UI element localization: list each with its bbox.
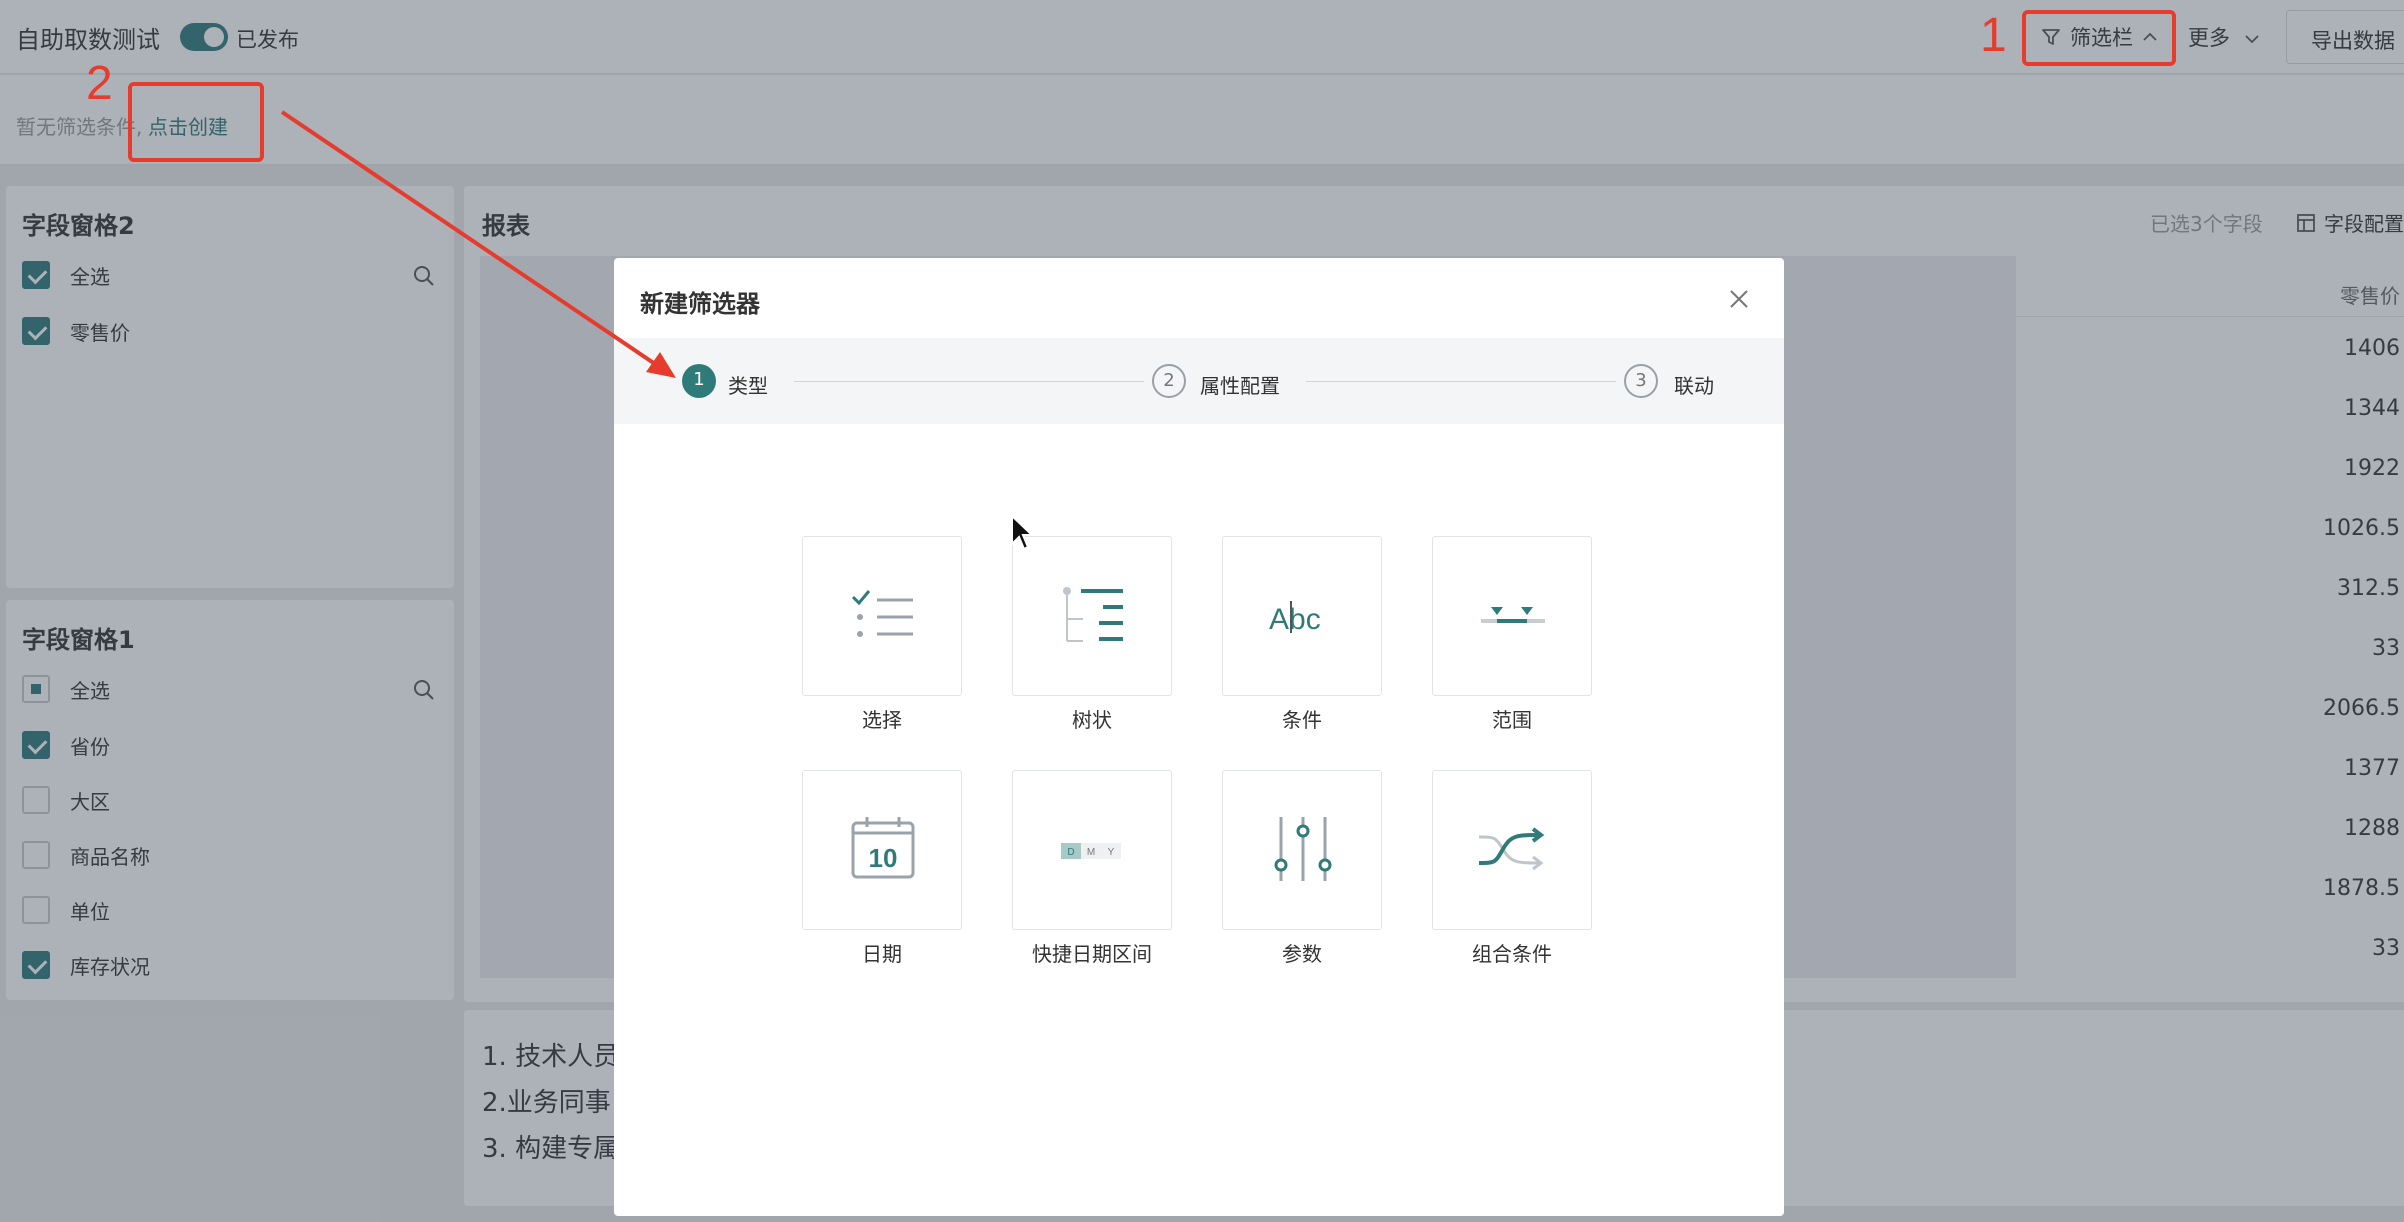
mouse-cursor-icon (1011, 514, 1035, 551)
annotation-arrow (280, 110, 676, 378)
